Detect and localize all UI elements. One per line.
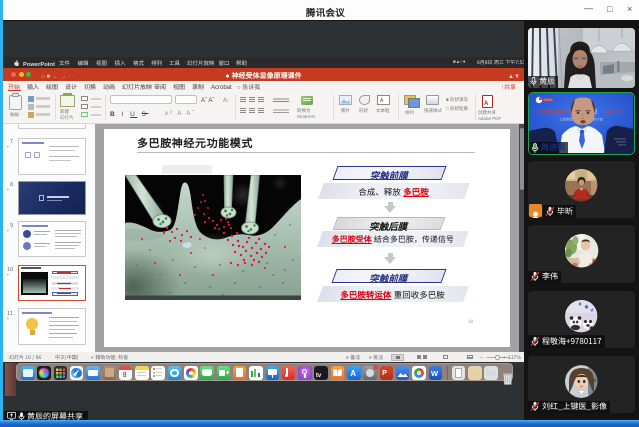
svg-text:研讨班: 研讨班 xyxy=(606,108,623,116)
svg-text:泛血管疾病医声: 泛血管疾病医声 xyxy=(536,108,574,116)
